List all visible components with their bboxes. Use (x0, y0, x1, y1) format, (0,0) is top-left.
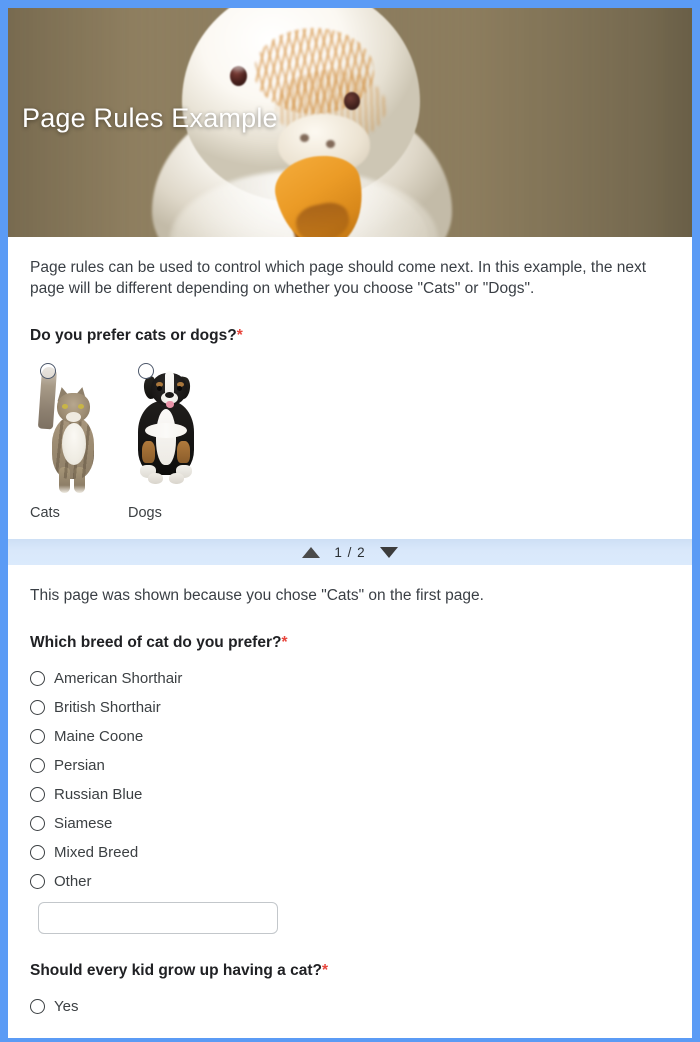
radio-option-mixed-breed[interactable]: Mixed Breed (30, 838, 670, 867)
image-choice-group: Cats Dogs (30, 359, 670, 521)
radio-option-russian-blue[interactable]: Russian Blue (30, 780, 670, 809)
page-navigation-bar: 1 / 2 (8, 539, 692, 565)
radio-option-yes[interactable]: Yes (30, 992, 670, 1021)
radio-label: Russian Blue (54, 786, 143, 803)
radio-label: British Shorthair (54, 699, 161, 716)
form-viewport: Page Rules Example Page rules can be use… (8, 8, 692, 1038)
form-title: Page Rules Example (22, 103, 278, 133)
radio-circle-icon[interactable] (30, 874, 45, 889)
dog-image (128, 359, 202, 495)
radio-circle-icon[interactable] (30, 729, 45, 744)
question-text: Which breed of cat do you prefer? (30, 634, 282, 651)
radio-label: Yes (54, 998, 79, 1015)
radio-circle-icon[interactable] (30, 758, 45, 773)
question-text: Do you prefer cats or dogs? (30, 327, 237, 344)
radio-label: Mixed Breed (54, 844, 139, 861)
other-text-input[interactable] (38, 902, 278, 934)
radio-option-other[interactable]: Other (30, 867, 670, 896)
radio-option-persian[interactable]: Persian (30, 751, 670, 780)
question-text: Should every kid grow up having a cat? (30, 962, 322, 979)
required-asterisk: * (281, 634, 288, 651)
radio-circle-icon[interactable] (30, 787, 45, 802)
radio-option-british-shorthair[interactable]: British Shorthair (30, 693, 670, 722)
radio-circle-icon[interactable] (30, 845, 45, 860)
cat-breed-radio-group: American Shorthair British Shorthair Mai… (30, 664, 670, 934)
radio-label: Other (54, 873, 92, 890)
form-header-banner: Page Rules Example (8, 8, 692, 237)
radio-cats[interactable] (40, 363, 56, 379)
page-2-description: This page was shown because you chose "C… (30, 587, 484, 604)
radio-label: American Shorthair (54, 670, 183, 687)
page-1-question-label: Do you prefer cats or dogs?* (30, 327, 670, 345)
required-asterisk: * (236, 327, 243, 344)
page-counter: 1 / 2 (334, 544, 366, 560)
page-2-question-1-label: Which breed of cat do you prefer?* (30, 634, 670, 652)
radio-label: Persian (54, 757, 105, 774)
radio-option-american-shorthair[interactable]: American Shorthair (30, 664, 670, 693)
image-option-cats[interactable]: Cats (30, 359, 104, 521)
kid-cat-radio-group: Yes (30, 992, 670, 1021)
page-1-description: Page rules can be used to control which … (30, 259, 647, 297)
radio-circle-icon[interactable] (30, 816, 45, 831)
page-1-card: Page rules can be used to control which … (8, 237, 692, 539)
page-2-card: This page was shown because you chose "C… (8, 565, 692, 1021)
browser-blue-frame: Page Rules Example Page rules can be use… (0, 0, 700, 1042)
previous-page-arrow-up-icon[interactable] (302, 546, 321, 558)
required-asterisk: * (321, 962, 329, 979)
radio-circle-icon[interactable] (30, 999, 45, 1014)
radio-circle-icon[interactable] (30, 671, 45, 686)
radio-dogs[interactable] (138, 363, 154, 379)
image-option-label-cats: Cats (30, 505, 60, 521)
radio-option-siamese[interactable]: Siamese (30, 809, 670, 838)
page-2-question-2-label: Should every kid grow up having a cat?* (30, 962, 670, 980)
radio-label: Maine Coone (54, 728, 144, 745)
image-option-dogs[interactable]: Dogs (128, 359, 202, 521)
next-page-arrow-down-icon[interactable] (379, 546, 398, 558)
image-option-label-dogs: Dogs (128, 505, 162, 521)
radio-circle-icon[interactable] (30, 700, 45, 715)
cat-image (30, 359, 104, 495)
radio-label: Siamese (54, 815, 113, 832)
radio-option-maine-coone[interactable]: Maine Coone (30, 722, 670, 751)
